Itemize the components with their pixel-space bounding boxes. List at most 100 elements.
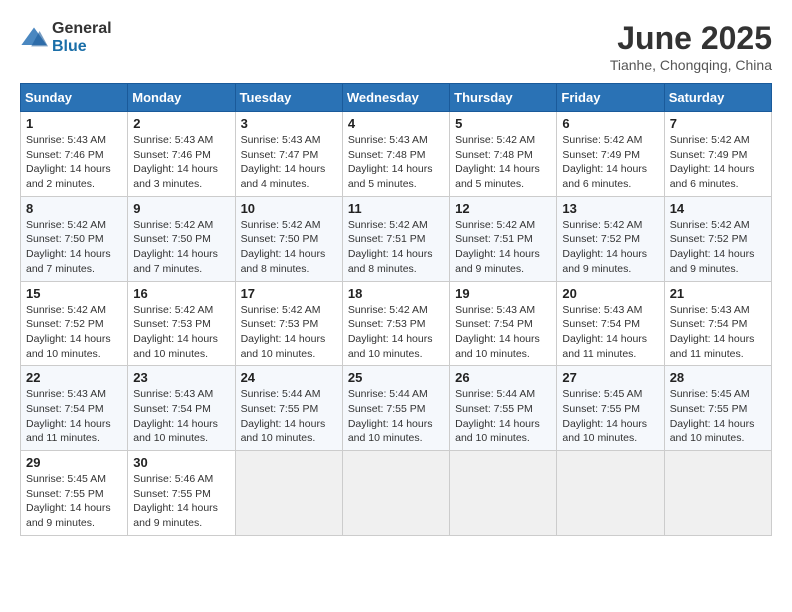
logo-icon [20,24,48,52]
day-info: Sunrise: 5:45 AMSunset: 7:55 PMDaylight:… [26,473,111,529]
day-number: 9 [133,201,229,216]
calendar-cell: 17 Sunrise: 5:42 AMSunset: 7:53 PMDayligh… [235,281,342,366]
calendar-cell: 2Sunrise: 5:43 AMSunset: 7:46 PMDaylight… [128,112,235,197]
calendar-cell: 13 Sunrise: 5:42 AMSunset: 7:52 PMDayligh… [557,196,664,281]
day-number: 6 [562,116,658,131]
day-number: 1 [26,116,122,131]
day-info: Sunrise: 5:46 AMSunset: 7:55 PMDaylight:… [133,473,218,529]
day-info: Sunrise: 5:42 AMSunset: 7:50 PMDaylight:… [241,219,326,275]
day-number: 11 [348,201,444,216]
day-number: 29 [26,455,122,470]
day-info: Sunrise: 5:42 AMSunset: 7:49 PMDaylight:… [670,134,755,190]
header-row: SundayMondayTuesdayWednesdayThursdayFrid… [21,84,772,112]
logo-text: General Blue [52,20,112,55]
calendar-cell: 20Sunrise: 5:43 AMSunset: 7:54 PMDayligh… [557,281,664,366]
logo-general-text: General [52,20,112,38]
calendar-cell: 6Sunrise: 5:42 AMSunset: 7:49 PMDaylight… [557,112,664,197]
day-number: 8 [26,201,122,216]
calendar-cell: 9 Sunrise: 5:42 AMSunset: 7:50 PMDaylight… [128,196,235,281]
header-cell-monday: Monday [128,84,235,112]
calendar-cell [235,451,342,536]
day-info: Sunrise: 5:43 AMSunset: 7:48 PMDaylight:… [348,134,433,190]
day-info: Sunrise: 5:42 AMSunset: 7:52 PMDaylight:… [562,219,647,275]
day-number: 10 [241,201,337,216]
day-number: 27 [562,370,658,385]
calendar-week-5: 29 Sunrise: 5:45 AMSunset: 7:55 PMDayligh… [21,451,772,536]
day-number: 21 [670,286,766,301]
day-info: Sunrise: 5:42 AMSunset: 7:53 PMDaylight:… [348,304,433,360]
calendar-week-2: 8 Sunrise: 5:42 AMSunset: 7:50 PMDaylight… [21,196,772,281]
day-info: Sunrise: 5:44 AMSunset: 7:55 PMDaylight:… [455,388,540,444]
calendar-cell: 29 Sunrise: 5:45 AMSunset: 7:55 PMDayligh… [21,451,128,536]
calendar-cell: 8 Sunrise: 5:42 AMSunset: 7:50 PMDaylight… [21,196,128,281]
day-number: 12 [455,201,551,216]
calendar-cell [342,451,449,536]
calendar-cell: 10 Sunrise: 5:42 AMSunset: 7:50 PMDayligh… [235,196,342,281]
calendar-cell: 28 Sunrise: 5:45 AMSunset: 7:55 PMDayligh… [664,366,771,451]
calendar-cell: 11Sunrise: 5:42 AMSunset: 7:51 PMDayligh… [342,196,449,281]
day-number: 16 [133,286,229,301]
day-number: 25 [348,370,444,385]
day-info: Sunrise: 5:43 AMSunset: 7:54 PMDaylight:… [670,304,755,360]
day-number: 18 [348,286,444,301]
day-info: Sunrise: 5:44 AMSunset: 7:55 PMDaylight:… [241,388,326,444]
header-cell-sunday: Sunday [21,84,128,112]
header: General Blue June 2025 Tianhe, Chongqing… [20,20,772,73]
day-number: 30 [133,455,229,470]
day-info: Sunrise: 5:43 AMSunset: 7:54 PMDaylight:… [26,388,111,444]
calendar-cell: 15 Sunrise: 5:42 AMSunset: 7:52 PMDayligh… [21,281,128,366]
day-number: 20 [562,286,658,301]
calendar-cell: 3 Sunrise: 5:43 AMSunset: 7:47 PMDaylight… [235,112,342,197]
day-info: Sunrise: 5:44 AMSunset: 7:55 PMDaylight:… [348,388,433,444]
logo-blue-text: Blue [52,38,112,56]
calendar-cell: 21 Sunrise: 5:43 AMSunset: 7:54 PMDayligh… [664,281,771,366]
day-info: Sunrise: 5:43 AMSunset: 7:47 PMDaylight:… [241,134,326,190]
header-cell-saturday: Saturday [664,84,771,112]
day-info: Sunrise: 5:42 AMSunset: 7:52 PMDaylight:… [26,304,111,360]
header-cell-thursday: Thursday [450,84,557,112]
header-cell-tuesday: Tuesday [235,84,342,112]
calendar-cell [450,451,557,536]
day-number: 22 [26,370,122,385]
day-number: 14 [670,201,766,216]
day-info: Sunrise: 5:45 AMSunset: 7:55 PMDaylight:… [562,388,647,444]
calendar-cell: 4 Sunrise: 5:43 AMSunset: 7:48 PMDaylight… [342,112,449,197]
calendar-cell: 5Sunrise: 5:42 AMSunset: 7:48 PMDaylight… [450,112,557,197]
calendar-cell: 22 Sunrise: 5:43 AMSunset: 7:54 PMDayligh… [21,366,128,451]
calendar-cell: 27 Sunrise: 5:45 AMSunset: 7:55 PMDayligh… [557,366,664,451]
day-info: Sunrise: 5:42 AMSunset: 7:53 PMDaylight:… [133,304,218,360]
day-number: 17 [241,286,337,301]
day-number: 15 [26,286,122,301]
title-area: June 2025 Tianhe, Chongqing, China [610,20,772,73]
calendar-cell: 14 Sunrise: 5:42 AMSunset: 7:52 PMDayligh… [664,196,771,281]
calendar-week-4: 22 Sunrise: 5:43 AMSunset: 7:54 PMDayligh… [21,366,772,451]
day-info: Sunrise: 5:43 AMSunset: 7:54 PMDaylight:… [133,388,218,444]
calendar-cell [557,451,664,536]
day-info: Sunrise: 5:45 AMSunset: 7:55 PMDaylight:… [670,388,755,444]
day-info: Sunrise: 5:43 AMSunset: 7:54 PMDaylight:… [455,304,540,360]
calendar-cell: 7Sunrise: 5:42 AMSunset: 7:49 PMDaylight… [664,112,771,197]
calendar-cell: 23Sunrise: 5:43 AMSunset: 7:54 PMDayligh… [128,366,235,451]
header-cell-wednesday: Wednesday [342,84,449,112]
logo: General Blue [20,20,112,55]
calendar-cell: 26 Sunrise: 5:44 AMSunset: 7:55 PMDayligh… [450,366,557,451]
calendar-cell: 24Sunrise: 5:44 AMSunset: 7:55 PMDayligh… [235,366,342,451]
calendar-subtitle: Tianhe, Chongqing, China [610,57,772,73]
calendar-cell: 16 Sunrise: 5:42 AMSunset: 7:53 PMDayligh… [128,281,235,366]
calendar-title: June 2025 [610,20,772,57]
calendar-table: SundayMondayTuesdayWednesdayThursdayFrid… [20,83,772,536]
day-number: 3 [241,116,337,131]
day-info: Sunrise: 5:42 AMSunset: 7:52 PMDaylight:… [670,219,755,275]
calendar-cell: 12 Sunrise: 5:42 AMSunset: 7:51 PMDayligh… [450,196,557,281]
day-number: 5 [455,116,551,131]
day-info: Sunrise: 5:42 AMSunset: 7:51 PMDaylight:… [455,219,540,275]
day-number: 13 [562,201,658,216]
day-info: Sunrise: 5:42 AMSunset: 7:53 PMDaylight:… [241,304,326,360]
day-info: Sunrise: 5:42 AMSunset: 7:50 PMDaylight:… [26,219,111,275]
calendar-week-3: 15 Sunrise: 5:42 AMSunset: 7:52 PMDayligh… [21,281,772,366]
day-number: 28 [670,370,766,385]
day-number: 26 [455,370,551,385]
day-info: Sunrise: 5:42 AMSunset: 7:50 PMDaylight:… [133,219,218,275]
day-number: 2 [133,116,229,131]
day-number: 4 [348,116,444,131]
